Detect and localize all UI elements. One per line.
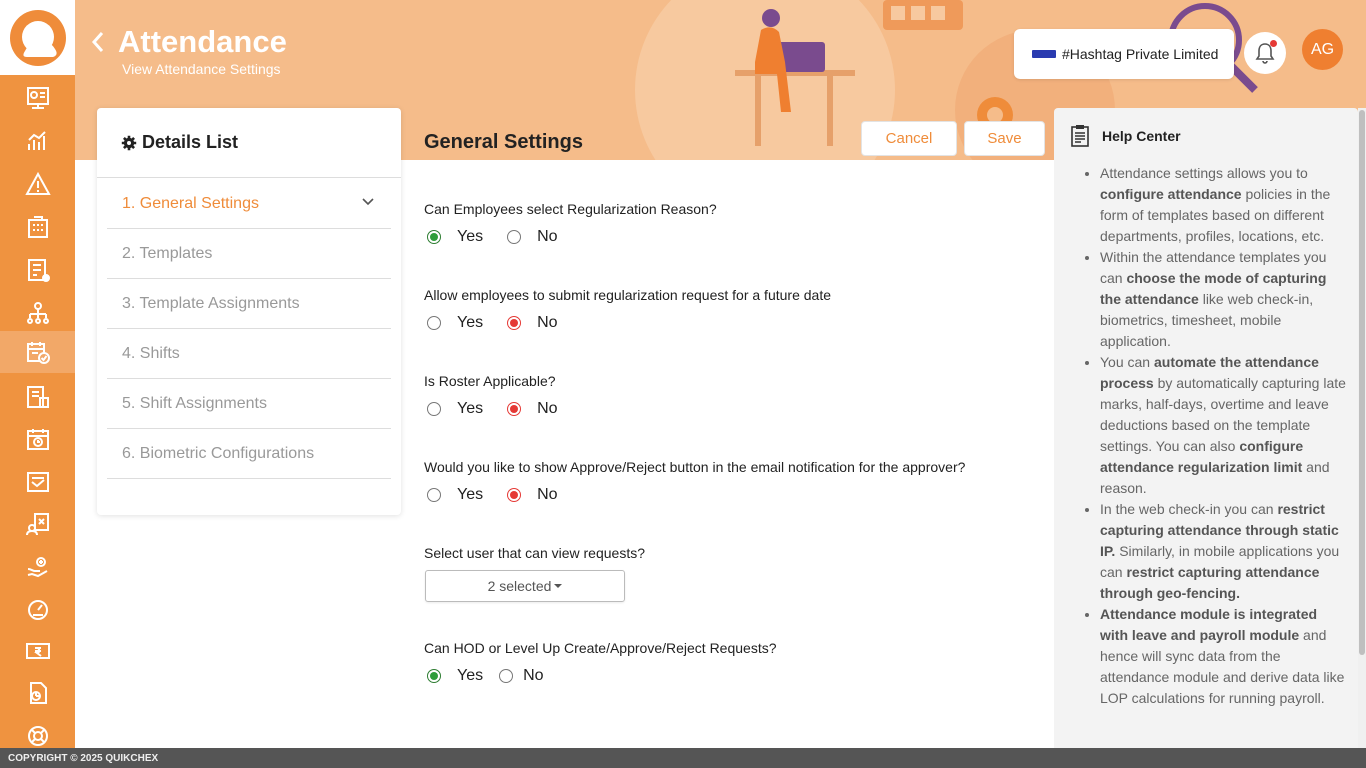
attendance-icon[interactable] (0, 331, 75, 373)
question-hod-requests: Can HOD or Level Up Create/Approve/Rejec… (424, 640, 777, 656)
radio-group-hod-requests: Yes No (427, 667, 568, 685)
question-view-requests: Select user that can view requests? (424, 545, 646, 561)
details-item-label: 2. Templates (122, 244, 213, 262)
details-item-biometric-configurations[interactable]: 6. Biometric Configurations (107, 429, 391, 479)
performance-icon[interactable] (0, 588, 75, 630)
details-item-label: 5. Shift Assignments (122, 394, 267, 412)
details-item-label: 3. Template Assignments (122, 294, 300, 312)
details-item-shifts[interactable]: 4. Shifts (107, 329, 391, 379)
multiselect-value: 2 selected (487, 578, 552, 594)
details-list-heading: Details List (97, 108, 401, 178)
help-center-panel: Help Center Attendance settings allows y… (1054, 108, 1358, 748)
details-item-template-assignments[interactable]: 3. Template Assignments (107, 279, 391, 329)
notification-button[interactable] (1244, 32, 1286, 74)
page-subtitle: View Attendance Settings (122, 61, 281, 77)
help-list: Attendance settings allows you to config… (1082, 163, 1348, 709)
gear-icon (121, 135, 137, 150)
help-item: In the web check-in you can restrict cap… (1100, 499, 1348, 604)
payroll-icon[interactable] (0, 630, 75, 672)
radio-no-label: No (537, 486, 558, 503)
help-item: Attendance module is integrated with lea… (1100, 604, 1348, 709)
building-icon[interactable] (0, 206, 75, 248)
details-item-templates[interactable]: 2. Templates (107, 229, 391, 279)
quikchex-logo[interactable] (0, 0, 75, 75)
copyright-text: COPYRIGHT © 2025 QUIKCHEX (8, 752, 159, 764)
radio-yes[interactable] (427, 230, 441, 244)
helpdesk-icon[interactable] (0, 546, 75, 588)
radio-yes-label: Yes (457, 486, 484, 503)
radio-no-label: No (523, 667, 544, 684)
help-center-heading: Help Center (1070, 124, 1181, 148)
radio-no[interactable] (499, 669, 514, 683)
dashboard-icon[interactable] (0, 77, 75, 119)
question-email-approve-button: Would you like to show Approve/Reject bu… (424, 459, 966, 475)
analytics-icon[interactable] (0, 120, 75, 162)
details-item-label: 4. Shifts (122, 344, 180, 362)
details-item-general-settings[interactable]: 1. General Settings (107, 179, 391, 229)
radio-group-regularization-reason: Yes No (427, 228, 582, 246)
footer: COPYRIGHT © 2025 QUIKCHEX (0, 748, 1366, 768)
clipboard-icon (1071, 125, 1089, 147)
question-roster: Is Roster Applicable? (424, 373, 556, 389)
help-center-title: Help Center (1102, 128, 1181, 144)
cancel-button[interactable]: Cancel (861, 121, 957, 156)
radio-group-roster: Yes No (427, 400, 582, 418)
question-regularization-reason: Can Employees select Regularization Reas… (424, 201, 717, 217)
radio-yes[interactable] (427, 488, 441, 502)
details-heading-text: Details List (142, 132, 239, 152)
details-item-label: 6. Biometric Configurations (122, 444, 315, 462)
certificate-icon[interactable] (0, 461, 75, 503)
company-name: #Hashtag Private Limited (1062, 46, 1219, 62)
calendar-clock-icon[interactable] (0, 418, 75, 460)
notification-dot (1270, 40, 1277, 47)
avatar[interactable]: AG (1302, 29, 1343, 70)
view-requests-multiselect[interactable]: 2 selected (425, 570, 625, 602)
save-button[interactable]: Save (964, 121, 1045, 156)
help-item: You can automate the attendance process … (1100, 352, 1348, 499)
radio-no[interactable] (507, 488, 522, 502)
reports-icon[interactable] (0, 376, 75, 418)
radio-no[interactable] (507, 230, 522, 244)
radio-no-label: No (537, 314, 558, 331)
page-title: Attendance (118, 24, 287, 59)
alert-icon[interactable] (0, 163, 75, 205)
radio-yes[interactable] (427, 316, 441, 330)
tax-icon[interactable] (0, 249, 75, 291)
details-item-shift-assignments[interactable]: 5. Shift Assignments (107, 379, 391, 429)
company-logo-icon (1032, 50, 1056, 58)
details-list-card: Details List 1. General Settings 2. Temp… (97, 108, 401, 515)
help-item: Attendance settings allows you to config… (1100, 163, 1348, 247)
sidebar (0, 0, 75, 748)
general-settings-title: General Settings (424, 131, 583, 153)
chevron-down-icon (362, 198, 374, 206)
question-future-date: Allow employees to submit regularization… (424, 287, 831, 303)
radio-yes-label: Yes (457, 667, 484, 684)
radio-group-email-approve-button: Yes No (427, 486, 582, 504)
radio-yes[interactable] (427, 402, 441, 416)
details-item-label: 1. General Settings (122, 194, 259, 212)
radio-yes-label: Yes (457, 314, 484, 331)
expense-icon[interactable] (0, 503, 75, 545)
documents-icon[interactable] (0, 672, 75, 714)
radio-group-future-date: Yes No (427, 314, 582, 332)
caret-down-icon (554, 584, 563, 588)
radio-no[interactable] (507, 316, 522, 330)
radio-yes[interactable] (427, 669, 441, 683)
org-chart-icon[interactable] (0, 292, 75, 334)
radio-no[interactable] (507, 402, 522, 416)
radio-no-label: No (537, 228, 558, 245)
radio-no-label: No (537, 400, 558, 417)
radio-yes-label: Yes (457, 228, 484, 245)
help-item: Within the attendance templates you can … (1100, 247, 1348, 352)
help-scrollbar-thumb[interactable] (1359, 110, 1365, 655)
radio-yes-label: Yes (457, 400, 484, 417)
back-chevron-icon[interactable] (89, 29, 107, 59)
company-selector[interactable]: #Hashtag Private Limited (1014, 29, 1234, 79)
